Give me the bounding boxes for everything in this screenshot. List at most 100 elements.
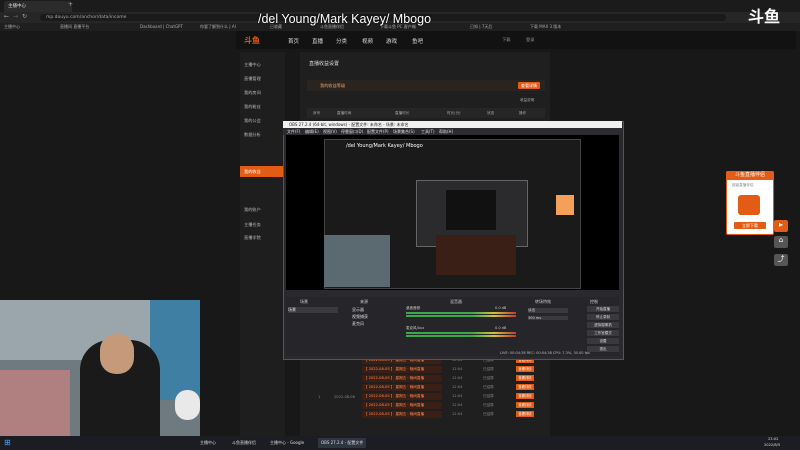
share-icon[interactable]: ⤴ (774, 254, 788, 266)
promo-title: 斗鱼直播伴侣 (726, 171, 774, 180)
notice-text: 我的收益等级 (320, 83, 346, 88)
row-title[interactable]: 【 2022-08-05 】 星期五 · 晚间直播 (362, 402, 442, 409)
start-streaming-button[interactable]: 开始直播 (587, 306, 619, 312)
sidebar-item[interactable]: 我的粉丝 (244, 104, 261, 110)
obs-menu-item[interactable]: 配置文件(P) (367, 128, 389, 135)
site-logo[interactable]: 斗鱼 (244, 35, 260, 46)
bookmark[interactable]: Dashboard | ChatGPT (140, 23, 183, 31)
forward-icon[interactable]: → (13, 13, 18, 20)
row-detail-button[interactable]: 查看详情 (516, 366, 534, 372)
sidebar-item[interactable]: 我的账户 (244, 207, 261, 213)
row-title[interactable]: 【 2022-08-05 】 星期五 · 晚间直播 (362, 366, 442, 373)
sidebar-item[interactable]: 数据分析 (244, 132, 261, 138)
table-header-cell: 时长(分) (447, 111, 461, 115)
notice-button[interactable]: 查看详情 (518, 82, 540, 89)
row-detail-button[interactable]: 查看详情 (516, 393, 534, 399)
play-icon[interactable]: ▸ (774, 220, 788, 232)
section-title: 直播收益设置 (309, 61, 340, 67)
scene-item[interactable]: 场景 (288, 307, 338, 313)
sidebar-item[interactable]: 我的房间 (244, 90, 261, 96)
obs-menu-item[interactable]: 场景集合(S) (393, 128, 415, 135)
obs-preview[interactable]: /del Young/Mark Kayey/ Mbogo (286, 135, 619, 290)
source-item[interactable]: 显示器 (352, 307, 364, 313)
virtual-camera-button[interactable]: 虚拟摄像机 (587, 322, 619, 328)
obs-menu-item[interactable]: 视图(V) (323, 128, 337, 135)
table-header-cell: 状态 (487, 111, 495, 115)
bookmark[interactable]: 已知 | 7天后 (470, 23, 492, 31)
transition-select[interactable]: 淡出 (528, 308, 568, 313)
row-status: 已结算 (483, 403, 494, 407)
browser-tab[interactable]: 主播中心 (4, 1, 72, 12)
taskbar-app[interactable]: 主播中心 - Google (270, 438, 304, 448)
new-tab-button[interactable]: + (68, 1, 73, 8)
sidebar-item[interactable]: 主播中心 (244, 62, 261, 68)
row-title[interactable]: 【 2022-08-05 】 星期五 · 晚间直播 (362, 375, 442, 382)
taskbar-app[interactable]: 斗鱼直播伴侣 (232, 438, 256, 448)
site-nav: 斗鱼 首页 直播 分类 视频 游戏 鱼吧 下载 登录 (236, 31, 796, 49)
obs-menu-item[interactable]: 编辑(E) (305, 128, 319, 135)
dock-header-sources: 来源 (360, 299, 368, 304)
windows-start-icon[interactable]: ⊞ (4, 438, 11, 447)
obs-menu-item[interactable]: 停靠窗口(D) (341, 128, 363, 135)
row-status: 已结算 (483, 367, 494, 371)
obs-menu-item[interactable]: 帮助(H) (439, 128, 453, 135)
transition-duration[interactable]: 300 ms (528, 316, 568, 320)
sidebar-item[interactable]: 主播任务 (244, 222, 261, 228)
sidebar-item[interactable]: 直播管理 (244, 76, 261, 82)
taskbar-app[interactable]: 主播中心 (200, 438, 216, 448)
nav-item[interactable]: 游戏 (386, 37, 397, 45)
settings-button[interactable]: 设置 (587, 338, 619, 344)
reload-icon[interactable]: ↻ (22, 13, 27, 20)
row-detail-button[interactable]: 查看详情 (516, 384, 534, 390)
taskbar-app-active[interactable]: OBS 27.2.4 - 配置文件 (318, 438, 367, 448)
back-icon[interactable]: ← (4, 13, 9, 20)
nav-item[interactable]: 直播 (312, 37, 323, 45)
webcam-overlay (0, 300, 200, 436)
bookmark[interactable]: 主播中心 (4, 23, 20, 31)
download-link[interactable]: 下载 (502, 37, 510, 43)
nav-item[interactable]: 鱼吧 (412, 37, 423, 45)
source-item[interactable]: 麦克风 (352, 321, 364, 327)
preview-title: /del Young/Mark Kayey/ Mbogo (346, 143, 423, 149)
mixer-track-name: 桌面音频 (406, 306, 420, 310)
obs-title-bar: OBS 27.2.4 (64-bit, windows) - 配置文件: 未命名… (283, 121, 622, 128)
douyu-corner-logo: 斗鱼 (748, 7, 781, 26)
row-date: 2022-08-06 (334, 395, 355, 399)
row-detail-button[interactable]: 查看详情 (516, 402, 534, 408)
bookmark[interactable]: 你要了解到什么 | AI (200, 23, 236, 31)
bookmark[interactable]: 下载 MAX 3 版本 (530, 23, 561, 31)
row-detail-button[interactable]: 查看详情 (516, 375, 534, 381)
row-detail-button[interactable]: 查看详情 (516, 411, 534, 417)
bookmark[interactable]: 直播间 直播平台 (60, 23, 89, 31)
mixer-track-level: 0.0 dB (495, 326, 507, 330)
nested-preview (446, 190, 496, 230)
row-title[interactable]: 【 2022-08-05 】 星期五 · 晚间直播 (362, 384, 442, 391)
row-index: 1 (318, 395, 321, 399)
home-icon[interactable]: ⌂ (774, 236, 788, 248)
nav-item[interactable]: 视频 (362, 37, 373, 45)
dock-header-mixer: 混音器 (450, 299, 462, 304)
nav-item[interactable]: 首页 (288, 37, 299, 45)
table-header-cell: 序号 (313, 111, 321, 115)
row-status: 已结算 (483, 394, 494, 398)
promo-download-button[interactable]: 立即下载 (734, 222, 766, 229)
row-title[interactable]: 【 2022-08-05 】 星期五 · 晚间直播 (362, 393, 442, 400)
row-title[interactable]: 【 2022-08-05 】 星期五 · 晚间直播 (362, 411, 442, 418)
mixer-track-name: 麦克风/Aux (406, 326, 425, 330)
source-item[interactable]: 视频捕获 (352, 314, 368, 320)
webcam-in-preview (324, 235, 390, 287)
info-link[interactable]: 收益说明 (520, 98, 534, 103)
obs-menu-item[interactable]: 工具(T) (421, 128, 435, 135)
exit-button[interactable]: 退出 (587, 346, 619, 352)
sidebar-item-active[interactable]: 我的收益 (240, 166, 285, 177)
sidebar-item[interactable]: 我的公会 (244, 118, 261, 124)
sidebar-item[interactable]: 直播学院 (244, 235, 261, 241)
obs-menu-item[interactable]: 文件(F) (287, 128, 300, 135)
taskbar (0, 436, 800, 450)
nav-item[interactable]: 分类 (336, 37, 347, 45)
login-link[interactable]: 登录 (526, 37, 534, 43)
studio-mode-button[interactable]: 工作室模式 (587, 330, 619, 336)
audio-meter (406, 332, 516, 334)
mixer-track-level: 0.0 dB (495, 306, 507, 310)
stop-recording-button[interactable]: 停止录制 (587, 314, 619, 320)
